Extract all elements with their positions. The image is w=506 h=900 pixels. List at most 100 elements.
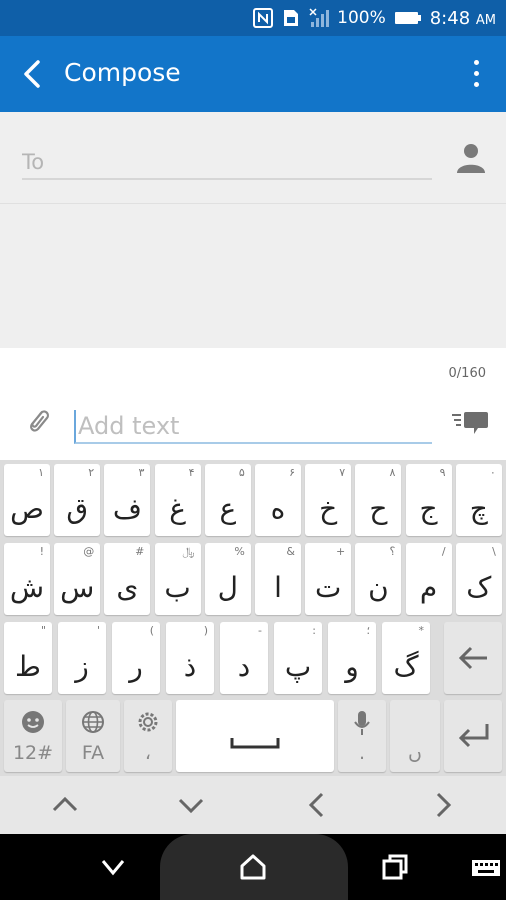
letter-key[interactable]: / م (405, 543, 452, 615)
battery-icon (394, 8, 422, 28)
letter-key[interactable]: ۵ع (204, 464, 251, 536)
letter-key[interactable]: ۰چ (455, 464, 502, 536)
key-hint: ) (203, 624, 208, 637)
key-char: ط (15, 650, 41, 683)
status-bar: 100% 8:48 AM (0, 0, 506, 36)
app-bar: Compose (0, 36, 506, 112)
letter-key[interactable]: ﷼ ب (154, 543, 201, 615)
key-char: ذ (183, 650, 197, 683)
letter-key[interactable]: ۱ص (4, 464, 50, 536)
letter-key[interactable]: ؛ و (328, 622, 376, 694)
letter-key[interactable]: (ر (112, 622, 160, 694)
cursor-left-button[interactable] (302, 790, 332, 820)
letter-key[interactable]: ۷خ (305, 464, 352, 536)
mic-key-sub: . (358, 742, 366, 764)
nfc-icon (253, 8, 274, 28)
key-hint: ۳ (138, 466, 145, 479)
letter-key[interactable]: # ی (104, 543, 151, 615)
key-char: خ (319, 492, 338, 525)
letter-key[interactable]: * گ (382, 622, 430, 694)
letter-key[interactable]: ) ذ (166, 622, 214, 694)
backspace-arrow-icon (458, 646, 487, 670)
gear-icon (138, 712, 158, 732)
send-button[interactable] (450, 408, 490, 438)
recent-apps-icon (382, 854, 408, 880)
zwnj-key-sub: ں (408, 742, 422, 764)
home-button[interactable] (238, 852, 268, 882)
to-field[interactable] (22, 146, 432, 180)
letter-key[interactable]: @ س (54, 543, 101, 615)
overflow-menu-button[interactable] (466, 56, 486, 92)
back-button[interactable] (16, 56, 52, 92)
chevron-up-icon (52, 796, 78, 812)
letter-key[interactable]: ؟ ن (355, 543, 402, 615)
zwnj-key[interactable]: ں (390, 700, 440, 772)
letter-key[interactable]: & ا (255, 543, 301, 615)
key-char: ا (274, 571, 282, 604)
key-char: ک (466, 571, 492, 604)
recent-apps-button[interactable] (380, 852, 410, 882)
attach-button[interactable] (24, 406, 52, 438)
key-char: م (419, 571, 438, 604)
battery-percent: 100% (337, 8, 386, 28)
language-key-label: FA (81, 742, 105, 764)
sim-icon (281, 8, 301, 28)
backspace-key[interactable] (444, 622, 502, 694)
key-hint: : (312, 624, 316, 637)
enter-key[interactable] (444, 700, 502, 772)
key-hint: + (335, 545, 346, 558)
letter-key[interactable]: ' ز (58, 622, 106, 694)
space-key[interactable] (176, 700, 334, 772)
language-key[interactable]: FA (66, 700, 120, 772)
letter-key[interactable]: ۳ف (104, 464, 151, 536)
key-char: چ (469, 492, 488, 525)
enter-arrow-icon (458, 724, 489, 748)
chevron-down-icon (101, 860, 125, 876)
cursor-down-button[interactable] (176, 790, 206, 820)
key-hint: ۷ (339, 466, 346, 479)
cursor-up-button[interactable] (50, 790, 80, 820)
letter-key[interactable]: ۸ح (355, 464, 402, 536)
key-char: ی (116, 571, 139, 604)
keyboard-switch-button[interactable] (470, 852, 502, 882)
key-hint: ۱ (38, 466, 44, 479)
letter-key[interactable]: :پ (274, 622, 322, 694)
letter-key[interactable]: ۶ه (255, 464, 301, 536)
key-hint: ! (39, 545, 44, 558)
key-char: ن (368, 571, 389, 604)
globe-icon (82, 711, 104, 733)
composer: 0/160 (0, 348, 506, 460)
recipient-area (0, 112, 506, 204)
letter-key[interactable]: ۴غ (154, 464, 201, 536)
letter-key[interactable]: ۲ق (54, 464, 101, 536)
cursor-navigation-bar (0, 776, 506, 834)
cursor-right-button[interactable] (428, 790, 458, 820)
contact-picker-button[interactable] (456, 142, 486, 174)
key-hint: ۲ (88, 466, 95, 479)
letter-key[interactable]: + ت (305, 543, 352, 615)
letter-key[interactable]: % ل (204, 543, 251, 615)
letter-key[interactable]: ۹ج (405, 464, 452, 536)
dot-icon (473, 82, 479, 87)
letter-key[interactable]: -د (220, 622, 268, 694)
key-hint: ۸ (389, 466, 396, 479)
key-char: ح (369, 492, 388, 525)
key-char: ق (66, 492, 89, 525)
key-hint: ؛ (366, 624, 371, 637)
voice-input-key[interactable]: . (338, 700, 386, 772)
system-navigation-bar (0, 834, 506, 900)
person-icon (457, 144, 485, 173)
message-input[interactable] (74, 410, 432, 444)
status-time: 8:48 AM (429, 7, 496, 29)
letter-key[interactable]: " ط (4, 622, 52, 694)
keyboard-settings-key[interactable]: ، (124, 700, 172, 772)
key-char: گ (393, 650, 419, 683)
hide-keyboard-button[interactable] (98, 852, 128, 882)
key-hint: # (135, 545, 145, 558)
emoji-symbols-key[interactable]: 12# (4, 700, 62, 772)
dot-icon (473, 71, 479, 76)
letter-key[interactable]: \ ک (455, 543, 502, 615)
key-hint: - (258, 624, 262, 637)
key-hint: & (286, 545, 295, 558)
letter-key[interactable]: ! ش (4, 543, 50, 615)
